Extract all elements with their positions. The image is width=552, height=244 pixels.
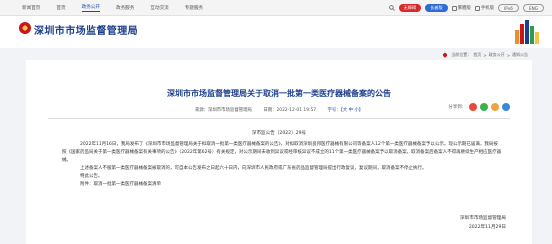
mobile-version-link[interactable]: 手机版 <box>474 5 495 11</box>
document-number: 深市监公告〔2022〕29号 <box>251 131 307 136</box>
site-header: 深圳市市场监督管理局 <box>0 16 552 48</box>
share-label: 分享到： <box>448 105 466 110</box>
weibo-share-icon[interactable] <box>469 103 477 111</box>
article-title: 深圳市市场监督管理局关于取消一批第一类医疗器械备案的公告 <box>167 89 391 98</box>
top-nav-links: 新闻首页 首页 政务公开 政务服务 互动交流 专题服务 <box>22 0 219 16</box>
nav-link-special-services[interactable]: 专题服务 <box>185 5 203 11</box>
article-body: 2022年11月16日，我局发布了《深圳市市场监督管理局关于拟取消一批第一类医疗… <box>62 141 502 189</box>
site-title[interactable]: 深圳市市场监督管理局 <box>34 22 138 37</box>
breadcrumb-separator: > <box>506 52 510 58</box>
traditional-chinese-icon <box>451 5 457 11</box>
nav-link-interaction[interactable]: 互动交流 <box>150 5 168 11</box>
traditional-chinese-label: 繁體版 <box>457 6 471 11</box>
article-paragraph: 特此公告。 <box>80 174 103 179</box>
signature-organization: 深圳市市场监督管理局 <box>460 216 506 221</box>
qzone-share-icon[interactable] <box>491 103 499 111</box>
breadcrumb-government-affairs[interactable]: 政务公开 <box>489 52 505 58</box>
location-pin-icon <box>442 52 449 58</box>
attachment-link[interactable]: 附件：取消一批第一类医疗器械备案清单 <box>62 181 502 189</box>
share-bar: 分享到： <box>448 103 510 111</box>
more-share-icon[interactable] <box>502 103 510 111</box>
nav-link-government-affairs[interactable]: 政务公开 <box>82 4 100 12</box>
breadcrumb-home[interactable]: 首页 <box>473 52 481 58</box>
phone-icon <box>474 5 480 11</box>
top-navigation-bar: 新闻首页 首页 政务公开 政务服务 互动交流 专题服务 无障碍 长者版 繁體版 … <box>0 0 552 16</box>
top-tools: 无障碍 长者版 繁體版 手机版 IPv6 ENG <box>388 3 544 13</box>
title-divider <box>48 118 510 119</box>
signature-block: 深圳市市场监督管理局 2022年11月29日 <box>460 214 506 232</box>
ipv6-badge: IPv6 <box>498 4 519 12</box>
article-card: 深圳市市场监督管理局关于取消一批第一类医疗器械备案的公告 来源：深圳市市场监督管… <box>26 60 532 244</box>
wechat-share-icon[interactable] <box>480 103 488 111</box>
city-landmark-icon <box>515 20 539 44</box>
article-source: 来源：深圳市市场监督管理局 <box>194 108 252 113</box>
signature-date: 2022年11月29日 <box>468 225 506 230</box>
nav-link-news-home[interactable]: 新闻首页 <box>22 5 40 11</box>
elder-mode-button[interactable]: 长者版 <box>425 4 448 12</box>
breadcrumb-separator: > <box>483 52 487 58</box>
font-size-selector[interactable]: 字号：【大 中 小】 <box>327 108 363 113</box>
accessibility-button[interactable]: 无障碍 <box>398 4 422 12</box>
article-date: 日期：2022-12-01 19:57 <box>263 108 317 113</box>
article-paragraph: 上述备案人不服第一类医疗器械备案被取消的，可自本公告发布之日起六十日内，向深圳市… <box>80 166 427 171</box>
article-paragraph: 2022年11月16日，我局发布了《深圳市市场监督管理局关于拟取消一批第一类医疗… <box>62 142 502 163</box>
mobile-version-label: 手机版 <box>480 6 495 11</box>
breadcrumb-notices[interactable]: 通知公告 <box>512 52 528 58</box>
traditional-chinese-link[interactable]: 繁體版 <box>451 5 471 11</box>
search-icon[interactable] <box>388 5 395 11</box>
nav-link-home[interactable]: 首页 <box>56 5 65 11</box>
breadcrumb: 当前位置： 首页 > 政务公开 > 通知公告 <box>442 52 528 58</box>
nav-link-government-services[interactable]: 政务服务 <box>116 5 134 11</box>
national-emblem-icon <box>19 22 31 34</box>
english-version-button[interactable]: ENG <box>522 4 544 12</box>
breadcrumb-prefix: 当前位置： <box>451 52 472 57</box>
